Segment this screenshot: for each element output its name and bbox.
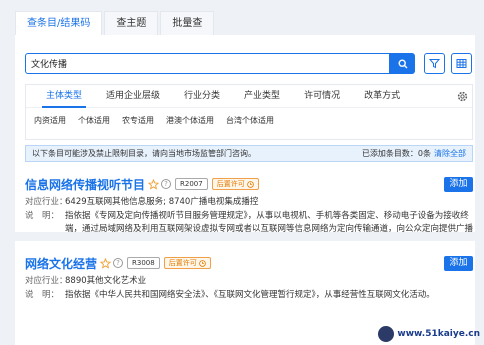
industry-label: 对应行业： — [25, 197, 68, 207]
filter-panel: 主体类型 适用企业层级 行业分类 产业类型 许可情况 改革方式 内资适用 个体适… — [25, 84, 473, 140]
search-bar — [25, 53, 415, 74]
clock-icon — [246, 180, 254, 188]
license-label: 后置许可 — [216, 180, 245, 188]
license-badge: 后置许可 — [163, 257, 211, 269]
add-button[interactable]: 添加 — [444, 176, 473, 192]
filter-button[interactable] — [424, 53, 445, 74]
watermark-text: www.51kaiye.cn — [397, 329, 480, 339]
tab-by-item[interactable]: 查条目/结果码 — [15, 11, 103, 35]
selected-count: 0条 — [417, 149, 431, 158]
clock-icon — [198, 259, 206, 267]
industry-label: 对应行业： — [25, 276, 68, 286]
result-title[interactable]: 网络文化经营 — [25, 255, 97, 272]
result-code-badge: R3008 — [127, 257, 160, 269]
filter-icon — [429, 59, 440, 69]
result-code-badge: R2007 — [175, 178, 208, 190]
notice-text: 以下条目可能涉及禁止限制目录，请向当地市场监管部门咨询。 — [32, 149, 256, 158]
industry-value: 8890其他文化艺术业 — [65, 276, 147, 286]
star-icon[interactable] — [100, 257, 112, 269]
filter-tab-industry[interactable]: 行业分类 — [172, 85, 232, 107]
tab-by-topic[interactable]: 查主题 — [104, 11, 159, 35]
table-icon — [456, 59, 467, 68]
industry-value: 6429互联网其他信息服务; 8740广播电视集成播控 — [65, 197, 259, 207]
result-title[interactable]: 信息网络传播视听节目 — [25, 176, 145, 193]
selected-count-label: 已添加条目数： — [361, 149, 418, 158]
clear-all-link[interactable]: 清除全部 — [434, 148, 466, 159]
star-icon[interactable] — [148, 178, 160, 190]
filter-tabs: 主体类型 适用企业层级 行业分类 产业类型 许可情况 改革方式 — [26, 85, 472, 108]
filter-tab-sector-type[interactable]: 产业类型 — [232, 85, 292, 107]
filter-option-individual[interactable]: 个体适用 — [78, 115, 110, 126]
filter-options: 内资适用 个体适用 农专适用 港澳个体适用 台湾个体适用 — [26, 108, 472, 126]
table-view-button[interactable] — [451, 53, 472, 74]
description-text: 指依据《中华人民共和国网络安全法》、《互联网文化管理暂行规定》，从事经营性互联网… — [65, 289, 435, 300]
description-label: 说 明： — [25, 289, 60, 300]
result-item: 网络文化经营 ? R3008 后置许可 添加 对应行业： 8890其他文化艺术业… — [25, 254, 473, 302]
section-divider — [0, 232, 484, 241]
search-button[interactable] — [390, 53, 415, 74]
filter-option-hk-macau[interactable]: 港澳个体适用 — [166, 115, 214, 126]
tab-batch[interactable]: 批量查 — [160, 11, 215, 35]
filter-tab-enterprise-level[interactable]: 适用企业层级 — [94, 85, 172, 107]
search-icon — [397, 58, 407, 68]
watermark-logo — [378, 326, 395, 342]
help-icon[interactable]: ? — [161, 179, 172, 189]
license-badge: 后置许可 — [211, 178, 259, 190]
filter-option-taiwan[interactable]: 台湾个体适用 — [226, 115, 274, 126]
gear-icon[interactable] — [456, 90, 469, 103]
add-button[interactable]: 添加 — [444, 255, 473, 271]
help-icon[interactable]: ? — [113, 258, 124, 268]
search-input[interactable] — [25, 53, 390, 74]
filter-tab-license[interactable]: 许可情况 — [292, 85, 352, 107]
watermark: www.51kaiye.cn — [378, 326, 480, 342]
filter-tab-entity-type[interactable]: 主体类型 — [34, 85, 94, 108]
filter-option-farmer-coop[interactable]: 农专适用 — [122, 115, 154, 126]
top-tab-bar: 查条目/结果码 查主题 批量查 — [15, 11, 216, 35]
filter-tab-reform[interactable]: 改革方式 — [352, 85, 412, 107]
notice-bar: 以下条目可能涉及禁止限制目录，请向当地市场监管部门咨询。 已添加条目数： 0条 … — [25, 145, 473, 162]
license-label: 后置许可 — [168, 259, 197, 267]
filter-option-domestic[interactable]: 内资适用 — [34, 115, 66, 126]
